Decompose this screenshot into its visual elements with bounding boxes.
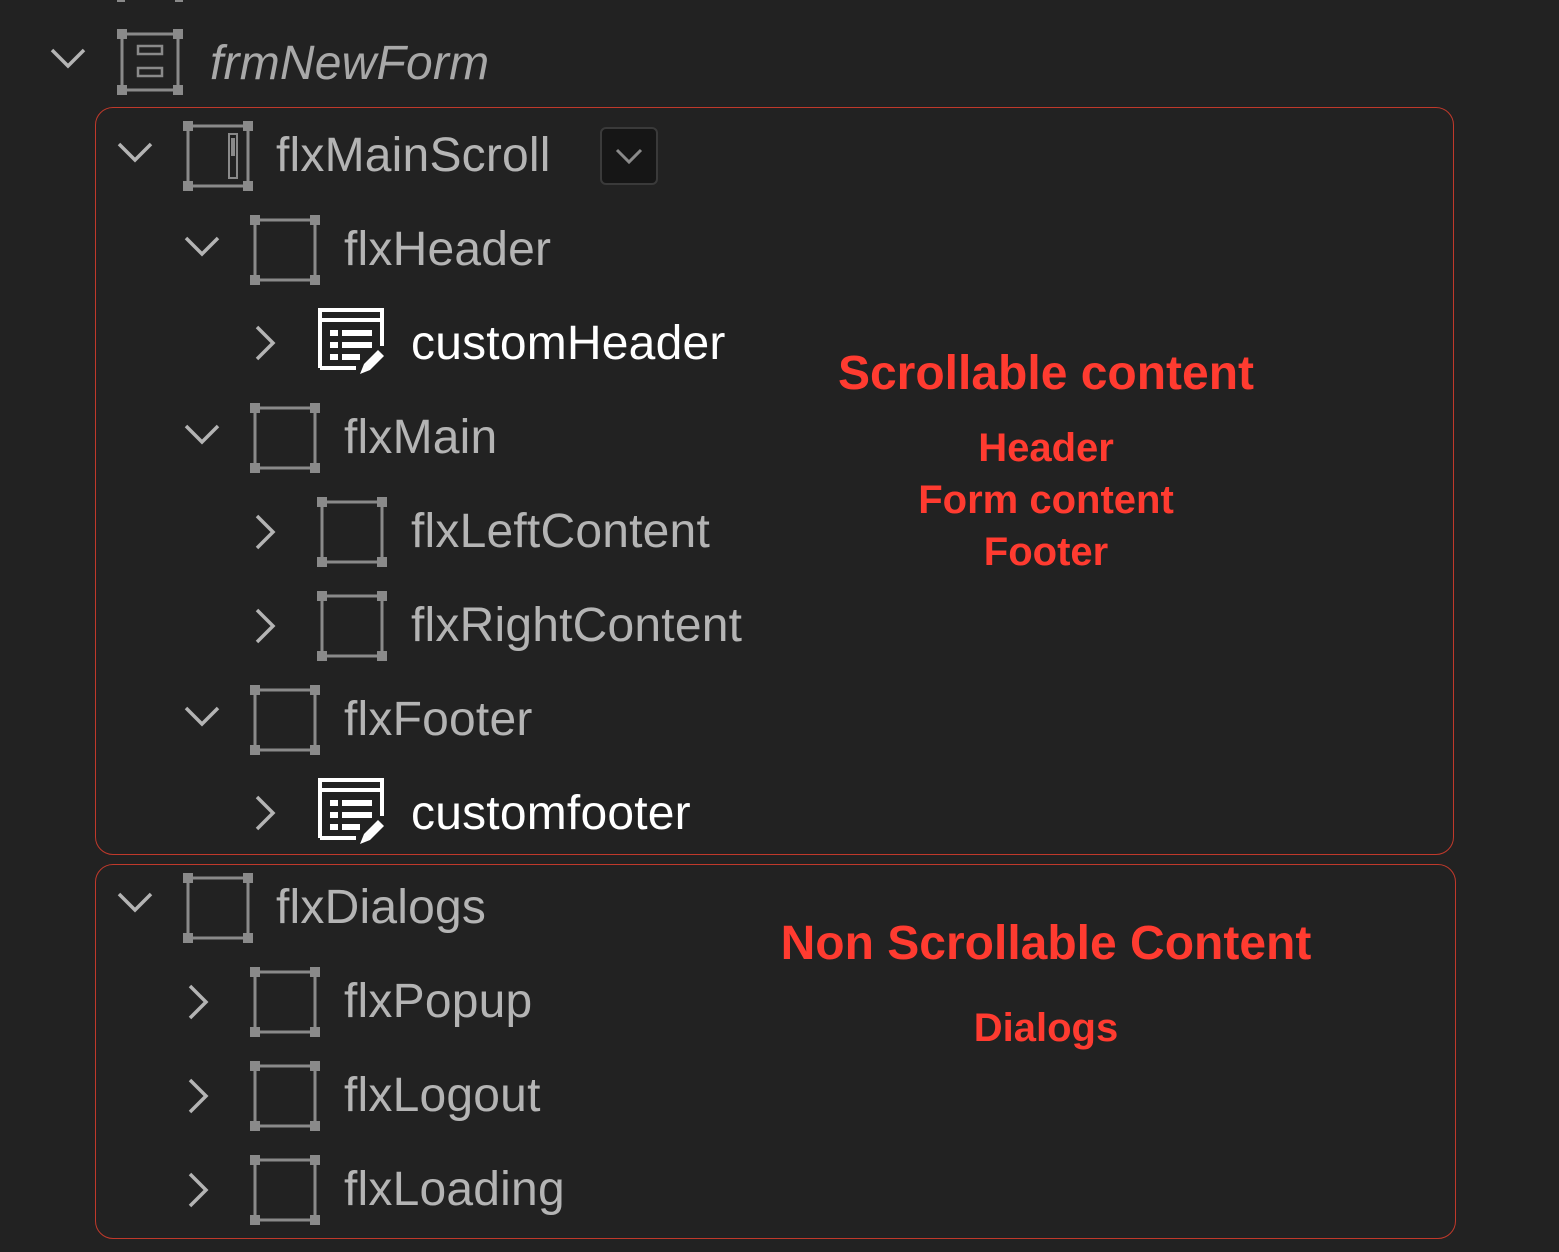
chevron-down-icon bbox=[117, 892, 153, 913]
tree-node-label[interactable]: flxPopup bbox=[344, 974, 532, 1029]
tree-node-label[interactable]: flxRightContent bbox=[411, 598, 742, 653]
flex-container-icon[interactable] bbox=[249, 402, 321, 474]
expand-frmnewform-toggle[interactable] bbox=[48, 38, 88, 78]
tree-node-label[interactable]: customfooter bbox=[411, 786, 691, 841]
flex-container-icon[interactable] bbox=[249, 1060, 321, 1132]
flex-container-icon[interactable] bbox=[316, 590, 388, 662]
expand-flxloading-toggle[interactable] bbox=[178, 1170, 218, 1210]
tree-node-label[interactable]: flxMainScroll bbox=[276, 128, 551, 183]
tree-node-label[interactable]: flxHeader bbox=[344, 222, 551, 277]
chevron-down-icon bbox=[117, 142, 153, 163]
tree-node-label[interactable]: flxLogout bbox=[344, 1068, 541, 1123]
tree-node-label[interactable]: frmNewForm bbox=[210, 36, 489, 91]
flex-container-icon[interactable] bbox=[316, 496, 388, 568]
flex-container-icon[interactable] bbox=[249, 1154, 321, 1226]
node-options-dropdown[interactable] bbox=[600, 127, 658, 185]
flex-container-icon[interactable] bbox=[249, 214, 321, 286]
chevron-right-icon bbox=[188, 984, 209, 1020]
form-icon[interactable] bbox=[114, 28, 186, 96]
chevron-down-icon bbox=[184, 424, 220, 445]
scrollable-annotation-line: Footer bbox=[983, 530, 1109, 574]
chevron-right-icon bbox=[255, 325, 276, 361]
chevron-right-icon bbox=[255, 795, 276, 831]
tree-node-label[interactable]: customHeader bbox=[411, 316, 726, 371]
chevron-right-icon bbox=[188, 1172, 209, 1208]
chevron-down-icon bbox=[184, 706, 220, 727]
scroll-flex-icon[interactable] bbox=[182, 120, 254, 192]
non-scrollable-annotation-title: Non Scrollable Content bbox=[780, 917, 1312, 970]
chevron-down-icon bbox=[50, 48, 86, 69]
expand-flxfooter-toggle[interactable] bbox=[182, 696, 222, 736]
flex-container-icon[interactable] bbox=[249, 684, 321, 756]
outline-panel: frmNewForm flxMainScroll flxHeader custo… bbox=[0, 0, 1559, 1252]
expand-flxmain-toggle[interactable] bbox=[182, 414, 222, 454]
flex-container-icon[interactable] bbox=[249, 966, 321, 1038]
expand-flxpopup-toggle[interactable] bbox=[178, 982, 218, 1022]
chevron-right-icon bbox=[255, 608, 276, 644]
chevron-down-icon bbox=[615, 148, 643, 165]
chevron-right-icon bbox=[188, 1078, 209, 1114]
component-edit-icon[interactable] bbox=[316, 306, 388, 378]
expand-flxrightcontent-toggle[interactable] bbox=[245, 606, 285, 646]
expand-flxleftcontent-toggle[interactable] bbox=[245, 512, 285, 552]
tree-node-label[interactable]: flxFooter bbox=[344, 692, 533, 747]
flex-container-icon[interactable] bbox=[182, 872, 254, 944]
expand-flxlogout-toggle[interactable] bbox=[178, 1076, 218, 1116]
expand-flxmainscroll-toggle[interactable] bbox=[115, 132, 155, 172]
scrollable-annotation-line: Header bbox=[978, 426, 1114, 470]
tree-node-label[interactable]: flxDialogs bbox=[276, 880, 486, 935]
tree-node-label[interactable]: flxMain bbox=[344, 410, 497, 465]
component-edit-icon[interactable] bbox=[316, 776, 388, 848]
expand-customfooter-toggle[interactable] bbox=[245, 793, 285, 833]
expand-customheader-toggle[interactable] bbox=[245, 323, 285, 363]
tree-node-label[interactable]: flxLeftContent bbox=[411, 504, 710, 559]
scrollable-annotation-title: Scrollable content bbox=[837, 347, 1255, 400]
expand-flxheader-toggle[interactable] bbox=[182, 226, 222, 266]
expand-flxdialogs-toggle[interactable] bbox=[115, 882, 155, 922]
flex-container-icon bbox=[117, 0, 183, 2]
tree-node-label[interactable]: flxLoading bbox=[344, 1162, 565, 1217]
chevron-right-icon bbox=[255, 514, 276, 550]
chevron-down-icon bbox=[184, 236, 220, 257]
scrollable-annotation-line: Form content bbox=[918, 478, 1174, 522]
non-scrollable-annotation-line: Dialogs bbox=[973, 1006, 1119, 1050]
